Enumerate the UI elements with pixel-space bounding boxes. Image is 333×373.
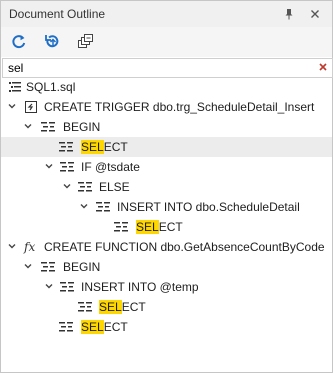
tree-item-insert[interactable]: INSERT INTO @temp (1, 277, 332, 297)
statement-icon (58, 319, 74, 335)
statement-block-icon (95, 199, 111, 215)
pin-icon[interactable] (281, 6, 297, 22)
search-input[interactable] (8, 60, 308, 75)
outline-tree: SQL1.sql CREATE TRIGGER dbo.trg_Schedule… (1, 77, 332, 372)
tree-item-sql-file[interactable]: SQL1.sql (1, 77, 332, 97)
tree-item-begin[interactable]: BEGIN (1, 257, 332, 277)
tree-item-label: SELECT (81, 320, 128, 334)
statement-block-icon (40, 259, 56, 275)
chevron-down-icon[interactable] (22, 260, 34, 272)
tree-item-label: SQL1.sql (26, 80, 76, 94)
tree-item-select[interactable]: SELECT (1, 317, 332, 337)
trigger-icon (23, 99, 39, 115)
outline-list-icon (7, 79, 23, 95)
tree-item-label: BEGIN (63, 260, 101, 274)
tree-item-select[interactable]: SELECT (1, 137, 332, 157)
tree-item-label: IF @tsdate (81, 160, 140, 174)
statement-block-icon (59, 159, 75, 175)
tree-item-label: SELECT (136, 220, 183, 234)
statement-icon (58, 139, 74, 155)
tree-item-insert[interactable]: INSERT INTO dbo.ScheduleDetail (1, 197, 332, 217)
tree-item-create-trigger[interactable]: CREATE TRIGGER dbo.trg_ScheduleDetail_In… (1, 97, 332, 117)
chevron-down-icon[interactable] (22, 120, 34, 132)
panel-title: Document Outline (9, 7, 106, 21)
tree-item-label: INSERT INTO @temp (81, 280, 199, 294)
statement-block-icon (77, 179, 93, 195)
chevron-down-icon[interactable] (61, 180, 73, 192)
statement-block-icon (40, 119, 56, 135)
tree-item-else[interactable]: ELSE (1, 177, 332, 197)
tree-item-select[interactable]: SELECT (1, 297, 332, 317)
tree-item-label: SELECT (81, 140, 128, 154)
refresh-icon[interactable] (8, 32, 30, 52)
collapse-all-icon[interactable] (74, 32, 96, 52)
search-match: SEL (136, 220, 159, 234)
tree-item-if[interactable]: IF @tsdate (1, 157, 332, 177)
chevron-down-icon[interactable] (43, 280, 55, 292)
document-outline-panel: Document Outline SQL1.sql (0, 0, 333, 373)
panel-titlebar: Document Outline (1, 1, 332, 27)
toolbar (1, 27, 332, 57)
statement-icon (113, 219, 129, 235)
tree-item-label: INSERT INTO dbo.ScheduleDetail (117, 200, 300, 214)
tree-item-label: CREATE FUNCTION dbo.GetAbsenceCountByCod… (44, 240, 325, 254)
close-icon[interactable] (307, 6, 323, 22)
tree-item-begin[interactable]: BEGIN (1, 117, 332, 137)
svg-text:fx: fx (23, 240, 35, 254)
tree-item-label: ELSE (99, 180, 130, 194)
search-match: SEL (81, 140, 104, 154)
function-icon: fx (23, 239, 39, 255)
tree-item-label: CREATE TRIGGER dbo.trg_ScheduleDetail_In… (44, 100, 315, 114)
chevron-down-icon[interactable] (6, 240, 18, 252)
tree-item-label: SELECT (99, 300, 146, 314)
statement-block-icon (59, 279, 75, 295)
chevron-down-icon[interactable] (78, 200, 90, 212)
clear-x-icon[interactable] (317, 61, 329, 73)
search-match: SEL (99, 300, 122, 314)
chevron-down-icon[interactable] (43, 160, 55, 172)
chevron-down-icon[interactable] (6, 100, 18, 112)
tree-item-create-function[interactable]: fx CREATE FUNCTION dbo.GetAbsenceCountBy… (1, 237, 332, 257)
search-box (2, 58, 333, 78)
search-match: SEL (81, 320, 104, 334)
tree-item-label: BEGIN (63, 120, 101, 134)
refresh-sync-icon[interactable] (41, 32, 63, 52)
tree-item-select[interactable]: SELECT (1, 217, 332, 237)
statement-icon (77, 299, 93, 315)
